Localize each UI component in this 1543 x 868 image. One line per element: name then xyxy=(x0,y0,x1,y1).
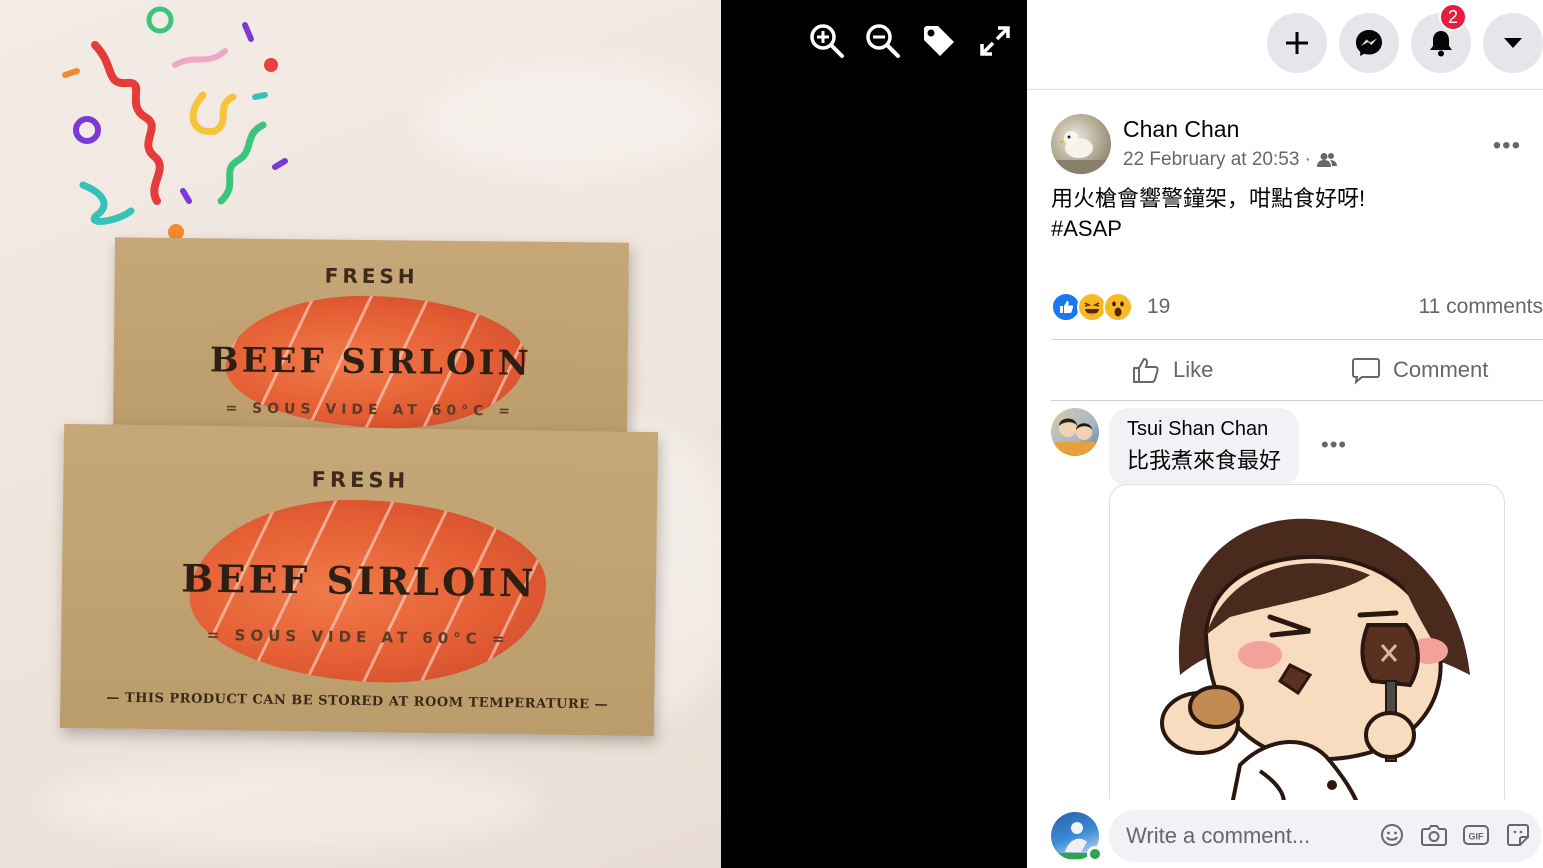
comment-button[interactable]: Comment xyxy=(1351,340,1488,400)
camera-icon xyxy=(1421,825,1447,846)
post-hashtag[interactable]: #ASAP xyxy=(1051,214,1365,244)
comment-composer: Write a comment... GIF xyxy=(1027,800,1543,868)
post-text-line: 用火槍會響警鐘架，咁點食好呀! xyxy=(1051,186,1366,211)
confetti-sticker xyxy=(62,6,288,240)
box-title: BEEF SIRLOIN xyxy=(180,555,537,606)
comment-icon xyxy=(1352,358,1380,385)
post-author-name[interactable]: Chan Chan xyxy=(1123,116,1239,143)
comment-sticker[interactable] xyxy=(1109,484,1505,814)
zoom-in-icon xyxy=(810,24,844,58)
messenger-button[interactable] xyxy=(1339,13,1399,73)
post-photo: FRESH BEEF SIRLOIN = SOUS VIDE AT 60°C =… xyxy=(0,0,721,868)
comment-placeholder: Write a comment... xyxy=(1126,823,1311,848)
post-sidebar: 2 Chan Chan 22 February at 20:53 · ••• 用… xyxy=(1027,0,1543,868)
friends-icon xyxy=(1317,153,1337,167)
messenger-icon xyxy=(1356,30,1382,56)
notification-badge: 2 xyxy=(1439,3,1467,31)
tag-icon xyxy=(924,26,954,56)
commenter-name[interactable]: Tsui Shan Chan xyxy=(1127,418,1281,441)
comment-bubble: Tsui Shan Chan 比我煮來食最好 xyxy=(1109,408,1300,487)
photo-viewer: FRESH BEEF SIRLOIN = SOUS VIDE AT 60°C =… xyxy=(0,0,1027,868)
sticker-button[interactable] xyxy=(1505,822,1531,848)
comment-text: 比我煮來食最好 xyxy=(1127,448,1282,473)
eating-girl-sticker xyxy=(1160,518,1470,813)
create-button[interactable] xyxy=(1267,13,1327,73)
beef-box-top: FRESH BEEF SIRLOIN = SOUS VIDE AT 60°C = xyxy=(112,237,630,443)
box-fresh-label: FRESH xyxy=(324,263,419,289)
box-title: BEEF SIRLOIN xyxy=(209,340,532,384)
like-button[interactable]: Like xyxy=(1131,340,1213,400)
emoji-icon xyxy=(1381,824,1403,846)
like-label: Like xyxy=(1173,357,1214,382)
plus-icon xyxy=(1286,32,1308,54)
author-avatar[interactable] xyxy=(1051,114,1111,174)
reaction-icons[interactable] xyxy=(1051,292,1133,322)
box-fresh-label: FRESH xyxy=(311,467,410,493)
post-time-text[interactable]: 22 February at 20:53 · xyxy=(1123,149,1311,171)
zoom-in-button[interactable] xyxy=(808,22,846,60)
viewer-toolbar xyxy=(808,22,1014,60)
box-footer: — THIS PRODUCT CAN BE STORED AT ROOM TEM… xyxy=(106,690,609,713)
comment-label: Comment xyxy=(1393,357,1489,382)
fullscreen-button[interactable] xyxy=(976,22,1014,60)
emoji-button[interactable] xyxy=(1379,822,1405,848)
reaction-summary: 19 11 comments xyxy=(1051,290,1543,326)
tag-photo-button[interactable] xyxy=(920,22,958,60)
zoom-out-icon xyxy=(866,24,900,58)
comment-options-button[interactable]: ••• xyxy=(1321,432,1347,458)
account-menu-button[interactable] xyxy=(1483,13,1543,73)
sticker-icon xyxy=(1507,824,1529,846)
box-subtitle: = SOUS VIDE AT 60°C = xyxy=(225,400,516,420)
caret-down-icon xyxy=(1504,38,1522,48)
post-options-button[interactable]: ••• xyxy=(1493,132,1521,160)
wow-reaction-icon xyxy=(1103,292,1133,322)
post-text: 用火槍會響警鐘架，咁點食好呀! #ASAP xyxy=(1051,184,1365,244)
bell-icon xyxy=(1430,31,1452,57)
gif-icon: GIF xyxy=(1463,825,1489,845)
zoom-out-button[interactable] xyxy=(864,22,902,60)
online-status-dot xyxy=(1087,846,1103,862)
reaction-count[interactable]: 19 xyxy=(1147,295,1170,319)
camera-button[interactable] xyxy=(1421,822,1447,848)
gif-button[interactable]: GIF xyxy=(1463,822,1489,848)
notifications-button[interactable]: 2 xyxy=(1411,3,1471,73)
svg-text:GIF: GIF xyxy=(1469,832,1485,842)
fullscreen-icon xyxy=(980,26,1010,56)
comment-count[interactable]: 11 comments xyxy=(1419,295,1543,319)
top-navigation: 2 xyxy=(1027,0,1543,90)
beef-box-bottom: FRESH BEEF SIRLOIN = SOUS VIDE AT 60°C =… xyxy=(59,423,659,737)
commenter-avatar[interactable] xyxy=(1051,408,1099,456)
post-timestamp: 22 February at 20:53 · xyxy=(1123,149,1337,171)
post-header: Chan Chan 22 February at 20:53 · ••• xyxy=(1051,114,1521,176)
post-action-bar: Like Comment xyxy=(1051,339,1543,401)
thumbs-up-icon xyxy=(1133,357,1159,383)
composer-tools: GIF xyxy=(1379,822,1531,848)
